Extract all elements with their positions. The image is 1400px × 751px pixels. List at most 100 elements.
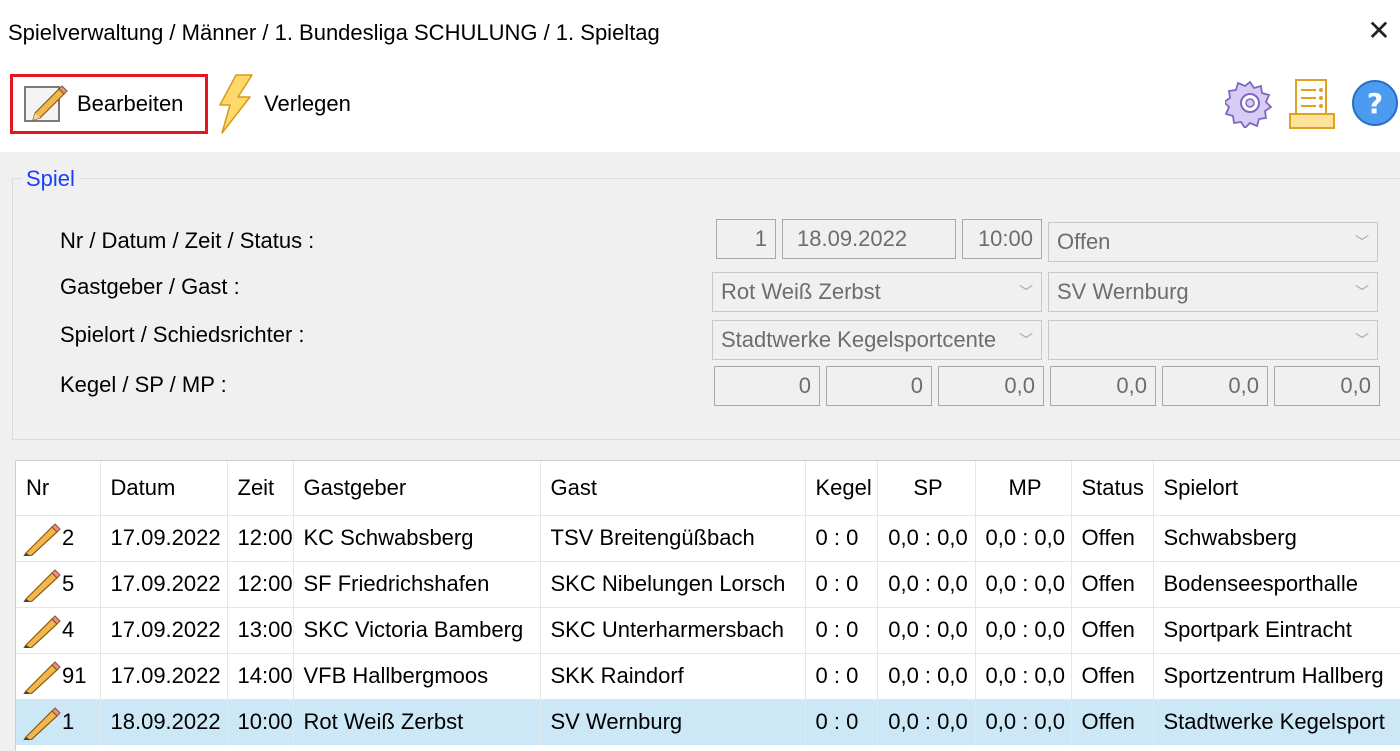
report-icon — [1289, 79, 1335, 129]
cell-spielort: Sportpark Eintracht — [1153, 606, 1400, 653]
settings-button[interactable] — [1222, 78, 1275, 130]
cell-kegel: 0 : 0 — [805, 606, 878, 653]
table-row[interactable]: 4 17.09.2022 13:00 SKC Victoria Bamberg SKC … — [16, 606, 1400, 653]
chevron-down-icon: ﹀ — [1355, 234, 1369, 250]
cell-nr-value: 2 — [62, 525, 75, 550]
column-header-datum[interactable]: Datum — [100, 461, 228, 515]
edit-pencil-icon[interactable] — [22, 704, 62, 741]
zeit-field[interactable]: 10:00 — [962, 219, 1042, 259]
chevron-down-icon: ﹀ — [1355, 332, 1369, 348]
cell-status: Offen — [1071, 514, 1154, 561]
cell-nr: 5 — [16, 560, 101, 607]
cell-sp: 0,0 : 0,0 — [877, 560, 976, 607]
edit-button[interactable]: Bearbeiten — [10, 74, 208, 134]
cell-gastgeber: SF Friedrichshafen — [293, 560, 541, 607]
gast-select-value: SV Wernburg — [1057, 279, 1189, 304]
mp-home-field[interactable]: 0,0 — [1162, 366, 1268, 406]
cell-sp: 0,0 : 0,0 — [877, 606, 976, 653]
gast-select[interactable]: SV Wernburg ﹀ — [1048, 272, 1378, 312]
cell-gast: TSV Breitengüßbach — [540, 514, 806, 561]
edit-pencil-icon — [24, 85, 68, 122]
edit-pencil-icon[interactable] — [22, 612, 62, 648]
cell-mp: 0,0 : 0,0 — [975, 606, 1072, 653]
title-bar: Spielverwaltung / Männer / 1. Bundesliga… — [0, 0, 1400, 64]
cell-zeit: 12:00 — [227, 514, 294, 561]
status-select-value: Offen — [1057, 229, 1111, 254]
lightning-icon — [219, 74, 253, 134]
move-button[interactable]: Verlegen — [214, 74, 374, 134]
cell-spielort: Sportzentrum Hallberg — [1153, 652, 1400, 699]
help-icon: ? — [1352, 80, 1398, 126]
cell-mp: 0,0 : 0,0 — [975, 514, 1072, 561]
column-header-nr[interactable]: Nr — [16, 461, 101, 515]
cell-gast: SKK Raindorf — [540, 652, 806, 699]
window-title: Spielverwaltung / Männer / 1. Bundesliga… — [8, 20, 660, 45]
cell-spielort: Schwabsberg — [1153, 514, 1400, 561]
column-header-gast[interactable]: Gast — [540, 461, 806, 515]
column-header-status[interactable]: Status — [1071, 461, 1154, 515]
gastgeber-select-value: Rot Weiß Zerbst — [721, 279, 881, 304]
chevron-down-icon: ﹀ — [1019, 284, 1033, 300]
status-select[interactable]: Offen ﹀ — [1048, 222, 1378, 262]
cell-kegel: 0 : 0 — [805, 698, 878, 745]
gear-icon — [1222, 80, 1273, 130]
cell-status: Offen — [1071, 606, 1154, 653]
cell-datum: 17.09.2022 — [100, 560, 228, 607]
table-row[interactable]: 5 17.09.2022 12:00 SF Friedrichshafen SKC Ni… — [16, 560, 1400, 607]
cell-gast: SV Wernburg — [540, 698, 806, 745]
sp-home-field[interactable]: 0,0 — [938, 366, 1044, 406]
schiedsrichter-select[interactable]: ﹀ — [1048, 320, 1378, 360]
cell-nr-value: 1 — [62, 709, 75, 735]
cell-spielort: Stadtwerke Kegelsport — [1153, 698, 1400, 745]
cell-nr-value: 91 — [62, 663, 87, 688]
column-header-sp[interactable]: SP — [877, 461, 976, 515]
column-header-spielort[interactable]: Spielort — [1153, 461, 1400, 515]
kegel-home-field[interactable]: 0 — [714, 366, 820, 406]
cell-kegel: 0 : 0 — [805, 652, 878, 699]
gastgeber-select[interactable]: Rot Weiß Zerbst ﹀ — [712, 272, 1042, 312]
toolbar: Bearbeiten Verlegen ? — [0, 64, 1400, 152]
kegel-away-field[interactable]: 0 — [826, 366, 932, 406]
edit-pencil-icon[interactable] — [22, 520, 62, 556]
cell-nr-value: 5 — [62, 571, 75, 596]
cell-mp: 0,0 : 0,0 — [975, 560, 1072, 607]
column-header-kegel[interactable]: Kegel — [805, 461, 878, 515]
cell-datum: 17.09.2022 — [100, 652, 228, 699]
mp-away-field[interactable]: 0,0 — [1274, 366, 1380, 406]
cell-zeit: 14:00 — [227, 652, 294, 699]
cell-zeit: 10:00 — [227, 698, 294, 745]
help-button[interactable]: ? — [1350, 78, 1400, 128]
cell-nr: 2 — [16, 514, 101, 561]
datum-field[interactable]: 18.09.2022 — [782, 219, 956, 259]
cell-gast: SKC Unterharmersbach — [540, 606, 806, 653]
edit-pencil-icon[interactable] — [22, 658, 62, 694]
label-kegel-sp-mp: Kegel / SP / MP : — [60, 372, 227, 397]
spielort-select-value: Stadtwerke Kegelsportcente — [721, 327, 997, 352]
cell-datum: 18.09.2022 — [100, 698, 228, 745]
cell-spielort: Bodenseesporthalle — [1153, 560, 1400, 607]
column-header-mp[interactable]: MP — [975, 461, 1072, 515]
svg-text:?: ? — [1367, 87, 1383, 120]
edit-pencil-icon[interactable] — [22, 566, 62, 602]
cell-mp: 0,0 : 0,0 — [975, 698, 1072, 745]
cell-gastgeber: Rot Weiß Zerbst — [293, 698, 541, 745]
nr-field[interactable]: 1 — [716, 219, 776, 259]
close-button[interactable]: ✕ — [1364, 14, 1394, 47]
table-row[interactable]: 2 17.09.2022 12:00 KC Schwabsberg TSV Breite… — [16, 514, 1400, 561]
cell-zeit: 12:00 — [227, 560, 294, 607]
table-row[interactable]: 1 18.09.2022 10:00 Rot Weiß Zerbst SV Wernbu… — [16, 698, 1400, 745]
column-header-gastgeber[interactable]: Gastgeber — [293, 461, 541, 515]
sp-away-field[interactable]: 0,0 — [1050, 366, 1156, 406]
cell-nr-value: 4 — [62, 617, 75, 642]
label-nr-datum-zeit-status: Nr / Datum / Zeit / Status : — [60, 228, 315, 253]
table-row[interactable]: 91 17.09.2022 14:00 VFB Hallbergmoos SKK Rai… — [16, 652, 1400, 699]
cell-gastgeber: VFB Hallbergmoos — [293, 652, 541, 699]
column-header-zeit[interactable]: Zeit — [227, 461, 294, 515]
cell-kegel: 0 : 0 — [805, 514, 878, 561]
report-button[interactable] — [1288, 78, 1338, 129]
spielort-select[interactable]: Stadtwerke Kegelsportcente ﹀ — [712, 320, 1042, 360]
cell-sp: 0,0 : 0,0 — [877, 698, 976, 745]
cell-nr: 1 — [16, 698, 101, 745]
cell-kegel: 0 : 0 — [805, 560, 878, 607]
table-header-row: Nr Datum Zeit Gastgeber Gast Kegel SP MP… — [16, 461, 1400, 515]
